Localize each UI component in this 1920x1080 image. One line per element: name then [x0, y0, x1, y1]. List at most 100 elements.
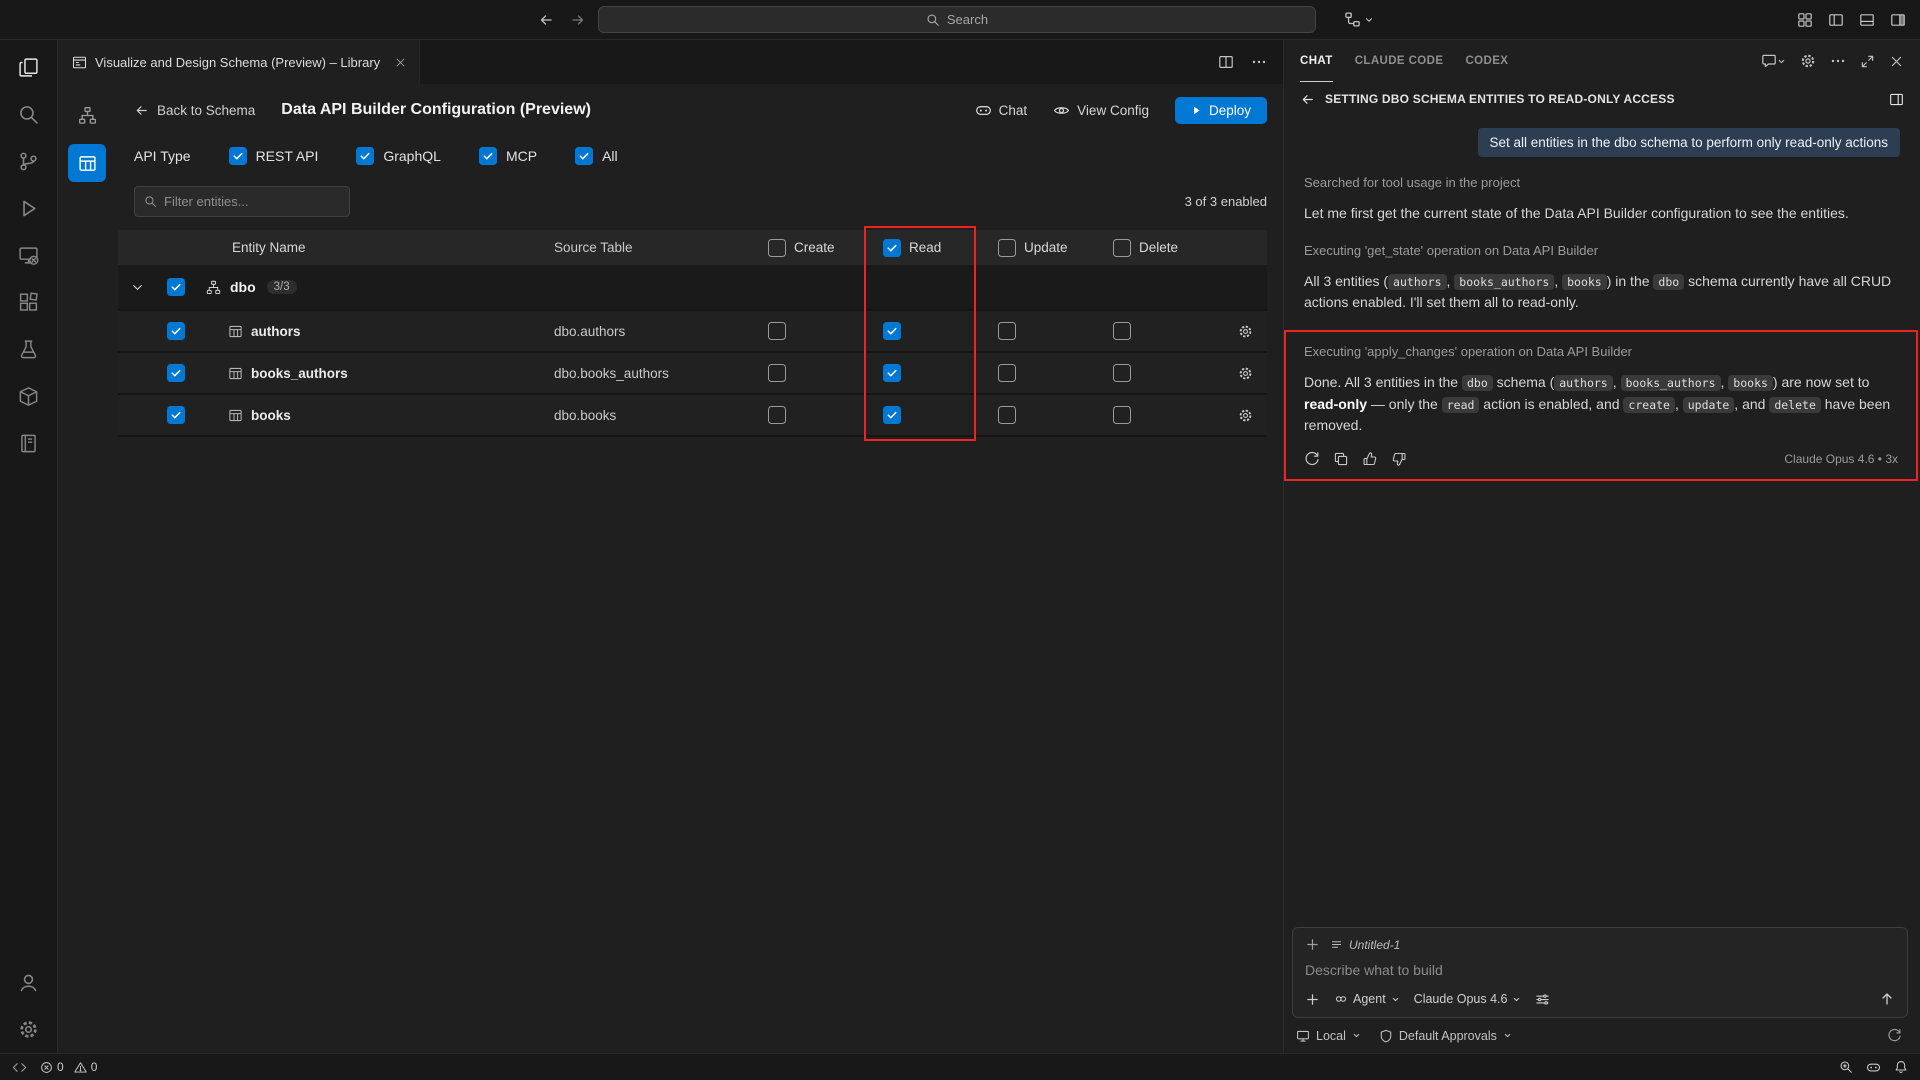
schema-group-row[interactable]: dbo 3/3	[118, 265, 1267, 311]
add-context-icon[interactable]	[1305, 937, 1320, 952]
schema-designer-view-button[interactable]	[68, 96, 106, 134]
entity-row-books[interactable]: books dbo.books	[118, 395, 1267, 437]
toggle-sidebar-icon[interactable]	[1828, 12, 1844, 28]
update-checkbox[interactable]	[998, 406, 1016, 424]
header-create-checkbox[interactable]	[768, 239, 786, 257]
mode-picker[interactable]: Agent	[1334, 992, 1400, 1006]
create-checkbox[interactable]	[768, 406, 786, 424]
api-option-graphql[interactable]: GraphQL	[356, 147, 441, 165]
model-picker[interactable]: Claude Opus 4.6	[1414, 992, 1522, 1006]
read-checkbox[interactable]	[883, 406, 901, 424]
approvals-picker[interactable]: Default Approvals	[1379, 1029, 1512, 1043]
mcp-checkbox[interactable]	[479, 147, 497, 165]
entity-row-authors[interactable]: authors dbo.authors	[118, 311, 1267, 353]
zoom-indicator-icon[interactable]	[1839, 1060, 1853, 1074]
activitybar-source-control[interactable]	[5, 138, 53, 185]
chat-close-icon[interactable]	[1889, 54, 1904, 69]
filter-entities-box[interactable]	[134, 186, 350, 217]
create-checkbox[interactable]	[768, 364, 786, 382]
chat-input-placeholder[interactable]: Describe what to build	[1305, 962, 1895, 978]
context-file-chip[interactable]: Untitled-1	[1330, 938, 1400, 952]
group-checkbox[interactable]	[167, 278, 185, 296]
tab-claude-code[interactable]: CLAUDE CODE	[1355, 40, 1444, 82]
activitybar-account[interactable]	[5, 959, 53, 1006]
command-center-search[interactable]: Search	[598, 6, 1316, 33]
activitybar-notebook[interactable]	[5, 420, 53, 467]
row-settings-icon[interactable]	[1238, 408, 1253, 423]
dab-config-view-button[interactable]	[68, 144, 106, 182]
api-type-label: API Type	[134, 148, 191, 164]
remote-indicator-icon[interactable]	[12, 1060, 27, 1075]
chat-input-box[interactable]: Untitled-1 Describe what to build Agent	[1292, 927, 1908, 1018]
tab-close-icon[interactable]	[394, 56, 407, 69]
toggle-panel-icon[interactable]	[1859, 12, 1875, 28]
send-icon[interactable]	[1879, 991, 1895, 1007]
activitybar-remote-explorer[interactable]	[5, 232, 53, 279]
delete-checkbox[interactable]	[1113, 322, 1131, 340]
row-checkbox[interactable]	[167, 406, 185, 424]
graphql-checkbox[interactable]	[356, 147, 374, 165]
chat-expand-icon[interactable]	[1860, 54, 1875, 69]
new-chat-icon[interactable]	[1761, 53, 1786, 69]
row-checkbox[interactable]	[167, 364, 185, 382]
runtime-picker[interactable]: Local	[1296, 1029, 1361, 1043]
delete-checkbox[interactable]	[1113, 406, 1131, 424]
activitybar-run-debug[interactable]	[5, 185, 53, 232]
view-config-button[interactable]: View Config	[1053, 102, 1149, 119]
read-checkbox[interactable]	[883, 322, 901, 340]
problems-indicator[interactable]: 0 0	[40, 1060, 97, 1074]
copy-icon[interactable]	[1333, 451, 1349, 467]
chat-tab-bar: CHAT CLAUDE CODE CODEX	[1284, 40, 1920, 82]
row-settings-icon[interactable]	[1238, 366, 1253, 381]
activitybar-settings[interactable]	[5, 1006, 53, 1053]
customize-layout-icon[interactable]	[1797, 12, 1813, 28]
api-option-rest[interactable]: REST API	[229, 147, 319, 165]
update-checkbox[interactable]	[998, 322, 1016, 340]
entity-row-books-authors[interactable]: books_authors dbo.books_authors	[118, 353, 1267, 395]
activitybar-packages[interactable]	[5, 373, 53, 420]
update-checkbox[interactable]	[998, 364, 1016, 382]
copilot-status-icon[interactable]	[1866, 1060, 1881, 1075]
editor-tab[interactable]: Visualize and Design Schema (Preview) – …	[58, 40, 420, 84]
chat-settings-icon[interactable]	[1800, 53, 1816, 69]
more-actions-icon[interactable]	[1251, 54, 1267, 70]
activitybar-extensions[interactable]	[5, 279, 53, 326]
header-update-checkbox[interactable]	[998, 239, 1016, 257]
chat-more-icon[interactable]	[1830, 53, 1846, 69]
all-checkbox[interactable]	[575, 147, 593, 165]
nav-back-icon[interactable]	[538, 12, 554, 28]
thumbs-up-icon[interactable]	[1362, 451, 1378, 467]
thumbs-down-icon[interactable]	[1391, 451, 1407, 467]
tab-chat[interactable]: CHAT	[1300, 40, 1333, 82]
open-in-editor-icon[interactable]	[1889, 92, 1904, 107]
session-sync-icon[interactable]	[1887, 1028, 1902, 1043]
activitybar-testing[interactable]	[5, 326, 53, 373]
read-checkbox[interactable]	[883, 364, 901, 382]
filter-entities-input[interactable]	[164, 194, 340, 209]
tools-sliders-icon[interactable]	[1535, 992, 1550, 1007]
split-editor-icon[interactable]	[1218, 54, 1234, 70]
back-to-schema-button[interactable]: Back to Schema	[134, 103, 255, 118]
tab-codex[interactable]: CODEX	[1465, 40, 1508, 82]
notifications-bell-icon[interactable]	[1894, 1060, 1908, 1074]
row-settings-icon[interactable]	[1238, 324, 1253, 339]
regenerate-icon[interactable]	[1304, 451, 1320, 467]
rest-api-checkbox[interactable]	[229, 147, 247, 165]
toggle-secondary-sidebar-icon[interactable]	[1890, 12, 1906, 28]
api-option-all[interactable]: All	[575, 147, 618, 165]
copilot-layout-menu[interactable]	[1344, 0, 1374, 39]
expand-chevron[interactable]	[118, 280, 156, 295]
attach-icon[interactable]	[1305, 992, 1320, 1007]
activitybar-explorer[interactable]	[5, 44, 53, 91]
header-delete-checkbox[interactable]	[1113, 239, 1131, 257]
delete-checkbox[interactable]	[1113, 364, 1131, 382]
session-back-icon[interactable]	[1300, 92, 1315, 107]
create-checkbox[interactable]	[768, 322, 786, 340]
header-read-checkbox[interactable]	[883, 239, 901, 257]
deploy-button[interactable]: Deploy	[1175, 97, 1267, 124]
row-checkbox[interactable]	[167, 322, 185, 340]
chat-button[interactable]: Chat	[975, 102, 1028, 119]
api-option-mcp[interactable]: MCP	[479, 147, 537, 165]
nav-forward-icon[interactable]	[570, 12, 586, 28]
activitybar-search[interactable]	[5, 91, 53, 138]
